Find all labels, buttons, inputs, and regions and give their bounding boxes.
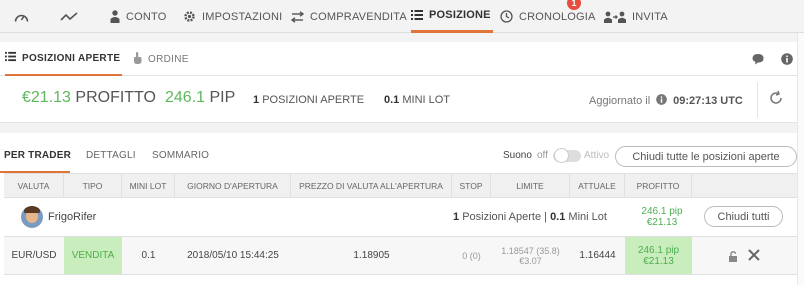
trader-open-count: 1 [453, 211, 460, 223]
info-icon[interactable] [781, 53, 793, 65]
col-valuta[interactable]: VALUTA [4, 174, 64, 198]
transfer-arrows-icon [291, 10, 304, 23]
cell-open-price: 1.18905 [353, 250, 390, 261]
nav-compravendita[interactable]: COMPRAVENDITA [291, 0, 407, 33]
nav-label-cronologia: CRONOLOGIA [519, 10, 596, 23]
trader-row: FrigoRifer 1 Posizioni Aperte | 0.1 Mini… [4, 198, 797, 237]
person-icon [110, 10, 120, 23]
tab-label-posizioni-aperte: POSIZIONI APERTE [22, 52, 121, 64]
col-limite[interactable]: LIMITE [491, 174, 570, 198]
trader-mini-lot-label: Mini Lot [568, 211, 607, 223]
tab-label-ordine: ORDINE [148, 53, 189, 65]
scrollbar[interactable] [797, 33, 804, 285]
nav-dashboard[interactable] [14, 0, 29, 33]
close-icon[interactable] [748, 249, 760, 264]
unlock-icon[interactable] [728, 251, 739, 265]
last-updated: Aggiornato il 09:27:13 UTC [589, 94, 743, 108]
nav-charts[interactable] [60, 0, 78, 33]
chat-icon[interactable] [752, 53, 764, 65]
cell-limit[interactable]: 1.18547 (35.8) €3.07 [491, 237, 570, 274]
updated-label: Aggiornato il [589, 95, 651, 107]
profit-label: PROFITTO [75, 89, 156, 106]
col-mini-lot[interactable]: MINI LOT [122, 174, 175, 198]
trader-summary: 1 Posizioni Aperte | 0.1 Mini Lot [453, 211, 607, 223]
pip-label: PIP [209, 89, 236, 106]
cell-open-date: 2018/05/10 15:44:25 [187, 250, 279, 261]
tab-ordine[interactable]: ORDINE [133, 42, 189, 76]
nav-label-compravendita: COMPRAVENDITA [310, 10, 407, 23]
positions-summary: €21.13 PROFITTO 246.1 PIP 1 POSIZIONI AP… [0, 76, 797, 123]
tab-per-trader[interactable]: PER TRADER [4, 150, 71, 161]
trader-profit-pip: 246.1 pip [641, 206, 683, 217]
col-profitto[interactable]: PROFITTO [625, 174, 692, 198]
cell-current: 1.16444 [579, 250, 616, 261]
gear-icon [183, 10, 196, 23]
chart-line-icon [60, 11, 78, 22]
limit-eur: €3.07 [519, 255, 542, 266]
nav-cronologia[interactable]: CRONOLOGIA [500, 0, 596, 33]
cell-stop[interactable]: 0 (0) [452, 237, 491, 274]
profit-summary: €21.13 PROFITTO [22, 89, 156, 107]
col-prezzo-apertura[interactable]: PREZZO DI VALUTA ALL'APERTURA [291, 174, 452, 198]
trader-separator: | [544, 211, 547, 223]
col-attuale[interactable]: ATTUALE [570, 174, 625, 198]
trader-profit-eur: €21.13 [646, 217, 678, 228]
sound-off-label: off [537, 150, 548, 161]
open-count-value: 1 [253, 94, 260, 106]
top-navigation: CONTO IMPOSTAZIONI COMPRAVENDITA POSIZIO… [0, 0, 804, 33]
open-count-label: POSIZIONI APERTE [262, 94, 365, 106]
table-header: VALUTA TIPO MINI LOT GIORNO D'APERTURA P… [4, 173, 797, 198]
trader-name[interactable]: FrigoRifer [48, 211, 96, 223]
profit-value: €21.13 [22, 89, 71, 106]
nav-impostazioni[interactable]: IMPOSTAZIONI [183, 0, 282, 33]
sound-toggle-knob[interactable] [554, 148, 569, 163]
nav-invita[interactable]: INVITA [604, 0, 668, 33]
col-tipo[interactable]: TIPO [64, 174, 122, 198]
col-stop[interactable]: STOP [452, 174, 491, 198]
invite-people-icon [604, 11, 626, 23]
table-row: EUR/USD VENDITA 0.1 2018/05/10 15:44:25 … [4, 237, 797, 275]
nav-conto[interactable]: CONTO [110, 0, 167, 33]
nav-label-impostazioni: IMPOSTAZIONI [202, 10, 283, 23]
trader-open-label: Posizioni Aperte [462, 211, 542, 223]
nav-label-invita: INVITA [632, 10, 668, 23]
limit-price: 1.18547 (35.8) [501, 245, 560, 256]
row-profit-pip: 246.1 pip [637, 244, 680, 256]
nav-label-posizione: POSIZIONE [429, 9, 491, 21]
nav-posizione[interactable]: POSIZIONE [411, 0, 493, 33]
pip-value: 246.1 [165, 89, 206, 106]
tab-posizioni-aperte[interactable]: POSIZIONI APERTE [5, 42, 123, 76]
col-giorno-apertura[interactable]: GIORNO D'APERTURA [175, 174, 291, 198]
clock-icon [500, 10, 513, 23]
sound-on-label: Attivo [584, 150, 610, 161]
avatar [21, 206, 43, 228]
open-count-summary: 1 POSIZIONI APERTE [253, 94, 364, 106]
tab-dettagli[interactable]: DETTAGLI [86, 150, 136, 161]
mini-lot-label: MINI LOT [402, 94, 451, 106]
refresh-icon[interactable] [768, 90, 784, 106]
list-icon [5, 51, 16, 65]
hand-pointer-icon [133, 51, 142, 67]
summary-divider [757, 82, 758, 118]
positions-subbar: POSIZIONI APERTE ORDINE [0, 42, 797, 76]
mini-lot-value: 0.1 [384, 94, 400, 106]
close-trader-positions-button[interactable]: Chiudi tutti [704, 206, 783, 227]
trader-mini-lot: 0.1 [550, 211, 566, 223]
tab-sommario[interactable]: SOMMARIO [152, 150, 209, 161]
list-icon [411, 9, 423, 21]
sound-label: Suono [503, 150, 532, 161]
row-profit-eur: €21.13 [643, 255, 674, 267]
cell-profit: 246.1 pip €21.13 [625, 237, 692, 274]
close-all-positions-button[interactable]: Chiudi tutte le posizioni aperte [615, 146, 797, 167]
cell-currency: EUR/USD [11, 250, 57, 261]
pip-summary: 246.1 PIP [165, 89, 235, 107]
dashboard-gauge-icon [14, 11, 29, 23]
mini-lot-summary: 0.1 MINI LOT [384, 94, 450, 106]
updated-time: 09:27:13 UTC [673, 95, 743, 107]
clock-info-icon [656, 94, 667, 108]
cell-type: VENDITA [64, 237, 122, 274]
nav-label-conto: CONTO [126, 10, 167, 23]
positions-panel: PER TRADER DETTAGLI SOMMARIO Suono off A… [0, 133, 797, 285]
cell-mini-lot: 0.1 [141, 250, 156, 261]
